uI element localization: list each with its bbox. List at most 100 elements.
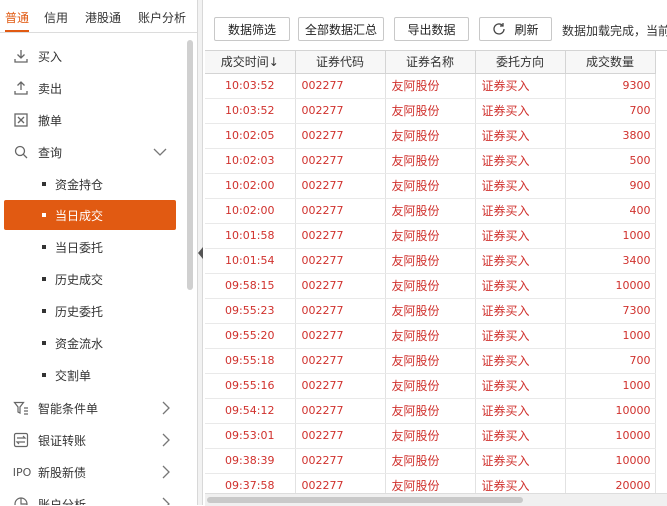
sidebar-item-sell[interactable]: 卖出 xyxy=(0,72,189,104)
sidebar-subitem-label: 历史成交 xyxy=(55,272,104,287)
cell-security-name: 友阿股份 xyxy=(385,273,476,299)
cell-trade-quantity: 700 xyxy=(565,348,656,374)
col-header-security-name[interactable]: 证券名称 xyxy=(385,51,476,74)
tab-hk-connect[interactable]: 港股通 xyxy=(85,0,121,32)
table-row[interactable]: 09:55:16 002277 友阿股份 证券买入 1000 xyxy=(205,373,656,399)
cell-order-direction: 证券买入 xyxy=(475,473,566,494)
tab-account-analysis[interactable]: 账户分析 xyxy=(138,0,186,32)
sidebar-item-smart-conditional-order[interactable]: 智能条件单 xyxy=(0,392,189,424)
cell-security-name: 友阿股份 xyxy=(385,298,476,324)
cell-security-name: 友阿股份 xyxy=(385,448,476,474)
cell-security-code: 002277 xyxy=(295,423,386,449)
horizontal-scrollbar[interactable] xyxy=(205,493,667,506)
bullet-icon xyxy=(42,277,46,281)
col-header-trade-quantity[interactable]: 成交数量 xyxy=(565,51,656,74)
cell-security-code: 002277 xyxy=(295,473,386,494)
search-icon xyxy=(12,143,30,161)
sidebar-item-cancel-order[interactable]: 撤单 xyxy=(0,104,189,136)
sidebar-scrollbar[interactable] xyxy=(185,35,195,505)
panel-splitter[interactable] xyxy=(197,0,203,505)
sidebar-subitem-today-orders[interactable]: 当日委托 xyxy=(4,232,176,262)
cell-order-direction: 证券买入 xyxy=(475,423,566,449)
sidebar-item-label: 撤单 xyxy=(38,113,63,128)
tab-credit[interactable]: 信用 xyxy=(44,0,68,32)
sidebar-item-ipo[interactable]: IPO 新股新债 xyxy=(0,456,189,488)
summary-all-button[interactable]: 全部数据汇总 xyxy=(298,17,384,41)
upload-icon xyxy=(12,79,30,97)
table-row[interactable]: 10:02:03 002277 友阿股份 证券买入 500 xyxy=(205,148,656,174)
cell-order-direction: 证券买入 xyxy=(475,273,566,299)
sidebar-subitem-fund-flow[interactable]: 资金流水 xyxy=(4,328,176,358)
sidebar-subitem-settlement[interactable]: 交割单 xyxy=(4,360,176,390)
table-row[interactable]: 09:55:23 002277 友阿股份 证券买入 7300 xyxy=(205,298,656,324)
table-row[interactable]: 10:02:00 002277 友阿股份 证券买入 400 xyxy=(205,198,656,224)
table-row[interactable]: 09:53:01 002277 友阿股份 证券买入 10000 xyxy=(205,423,656,449)
table-row[interactable]: 09:38:39 002277 友阿股份 证券买入 10000 xyxy=(205,448,656,474)
col-header-trade-time[interactable]: 成交时间↓ xyxy=(205,51,296,74)
sidebar-item-account-analysis[interactable]: 账户分析 xyxy=(0,488,189,505)
table-row[interactable]: 10:02:05 002277 友阿股份 证券买入 3800 xyxy=(205,123,656,149)
cell-trade-quantity: 9300 xyxy=(565,73,656,99)
scrollbar-thumb[interactable] xyxy=(207,497,523,503)
table-header-row: 成交时间↓ 证券代码 证券名称 委托方向 成交数量 xyxy=(205,51,656,74)
refresh-icon xyxy=(492,22,506,36)
cell-trade-quantity: 3400 xyxy=(565,248,656,274)
cell-security-name: 友阿股份 xyxy=(385,373,476,399)
sidebar-item-label: 买入 xyxy=(38,49,63,64)
sidebar-subitem-funds-positions[interactable]: 资金持仓 xyxy=(4,169,176,199)
cell-trade-quantity: 10000 xyxy=(565,273,656,299)
bullet-icon xyxy=(42,309,46,313)
sidebar-item-label: 卖出 xyxy=(38,81,63,96)
cell-trade-time: 09:58:15 xyxy=(205,273,296,299)
filter-condition-icon xyxy=(12,399,30,417)
cancel-box-icon xyxy=(12,111,30,129)
sidebar-subitem-history-orders[interactable]: 历史委托 xyxy=(4,296,176,326)
refresh-button[interactable]: 刷新 xyxy=(479,17,552,41)
export-data-button[interactable]: 导出数据 xyxy=(394,17,469,41)
cell-trade-time: 10:01:54 xyxy=(205,248,296,274)
cell-trade-quantity: 10000 xyxy=(565,398,656,424)
col-header-security-code[interactable]: 证券代码 xyxy=(295,51,386,74)
collapse-arrow-icon[interactable] xyxy=(198,247,203,259)
cell-trade-time: 10:03:52 xyxy=(205,98,296,124)
cell-security-name: 友阿股份 xyxy=(385,398,476,424)
sidebar-item-buy[interactable]: 买入 xyxy=(0,40,189,72)
cell-security-name: 友阿股份 xyxy=(385,73,476,99)
cell-order-direction: 证券买入 xyxy=(475,123,566,149)
trades-table-container: 成交时间↓ 证券代码 证券名称 委托方向 成交数量 10:03:52 002277… xyxy=(205,50,667,494)
sidebar-item-query[interactable]: 查询 xyxy=(0,136,189,168)
table-row[interactable]: 09:55:20 002277 友阿股份 证券买入 1000 xyxy=(205,323,656,349)
cell-trade-time: 10:02:00 xyxy=(205,173,296,199)
cell-trade-quantity: 20000 xyxy=(565,473,656,494)
table-row[interactable]: 10:01:58 002277 友阿股份 证券买入 1000 xyxy=(205,223,656,249)
sidebar-subitem-label: 资金持仓 xyxy=(55,177,104,192)
cell-trade-time: 09:38:39 xyxy=(205,448,296,474)
table-row[interactable]: 09:55:18 002277 友阿股份 证券买入 700 xyxy=(205,348,656,374)
table-row[interactable]: 10:02:00 002277 友阿股份 证券买入 900 xyxy=(205,173,656,199)
table-row[interactable]: 09:37:58 002277 友阿股份 证券买入 20000 xyxy=(205,473,656,494)
table-row[interactable]: 10:01:54 002277 友阿股份 证券买入 3400 xyxy=(205,248,656,274)
filter-data-button[interactable]: 数据筛选 xyxy=(214,17,290,41)
top-tab-bar: 普通 信用 港股通 账户分析 xyxy=(0,0,197,33)
cell-security-name: 友阿股份 xyxy=(385,248,476,274)
bullet-icon xyxy=(42,182,46,186)
table-row[interactable]: 10:03:52 002277 友阿股份 证券买入 9300 xyxy=(205,73,656,99)
sidebar-item-bank-transfer[interactable]: 银证转账 xyxy=(0,424,189,456)
sidebar-subitem-history-trades[interactable]: 历史成交 xyxy=(4,264,176,294)
sidebar-subitem-today-trades[interactable]: 当日成交 xyxy=(4,200,176,230)
sidebar-item-label: 新股新债 xyxy=(38,465,87,480)
table-row[interactable]: 09:58:15 002277 友阿股份 证券买入 10000 xyxy=(205,273,656,299)
cell-trade-quantity: 7300 xyxy=(565,298,656,324)
refresh-label: 刷新 xyxy=(514,22,539,37)
sidebar-subitem-label: 当日委托 xyxy=(55,240,104,255)
sort-desc-icon: ↓ xyxy=(268,55,279,70)
tab-normal[interactable]: 普通 xyxy=(5,0,30,32)
table-row[interactable]: 10:03:52 002277 友阿股份 证券买入 700 xyxy=(205,98,656,124)
chevron-right-icon xyxy=(158,432,174,448)
cell-order-direction: 证券买入 xyxy=(475,373,566,399)
col-header-order-direction[interactable]: 委托方向 xyxy=(475,51,566,74)
scrollbar-thumb[interactable] xyxy=(187,40,193,290)
table-row[interactable]: 09:54:12 002277 友阿股份 证券买入 10000 xyxy=(205,398,656,424)
cell-security-name: 友阿股份 xyxy=(385,323,476,349)
cell-security-code: 002277 xyxy=(295,148,386,174)
